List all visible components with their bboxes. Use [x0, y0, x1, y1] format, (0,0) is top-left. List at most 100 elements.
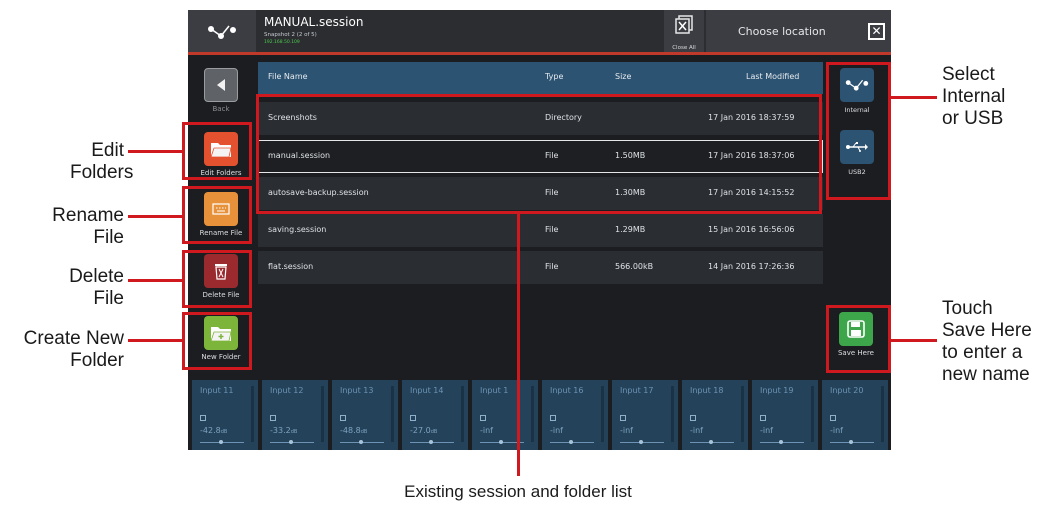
level-meter [251, 386, 254, 442]
level-meter [881, 386, 884, 442]
rename-file-annotation: Rename File [52, 205, 124, 248]
table-row[interactable]: flat.session File 566.00kB 14 Jan 2016 1… [258, 251, 823, 284]
header-accent-strip [188, 52, 891, 55]
new-folder-highlight [182, 312, 252, 370]
input-level: -inf [550, 426, 563, 435]
level-meter [321, 386, 324, 442]
input-channel[interactable]: Input 14 -27.0dB [402, 380, 468, 450]
create-folder-annotation: Create New Folder [23, 328, 124, 371]
level-meter [461, 386, 464, 442]
level-meter [391, 386, 394, 442]
row-type: File [545, 225, 559, 234]
input-select-box[interactable] [760, 415, 766, 421]
input-select-box[interactable] [690, 415, 696, 421]
fader-knob[interactable] [429, 440, 433, 444]
snapshot-label: Snapshot 2 (2 of 5) [264, 32, 317, 38]
level-meter [601, 386, 604, 442]
input-name: Input 16 [550, 386, 584, 395]
network-logo-button[interactable] [188, 10, 256, 54]
level-meter [531, 386, 534, 442]
input-name: Input 17 [620, 386, 654, 395]
input-select-box[interactable] [830, 415, 836, 421]
input-name: Input 20 [830, 386, 864, 395]
row-file-name: saving.session [268, 225, 327, 234]
app-screen: MANUAL.session Snapshot 2 (2 of 5) 192.1… [188, 10, 891, 450]
back-arrow-icon [217, 79, 225, 91]
input-channel[interactable]: Input 20 -inf [822, 380, 888, 450]
top-bar: MANUAL.session Snapshot 2 (2 of 5) 192.1… [188, 10, 891, 55]
connector-line [128, 150, 182, 153]
edit-folders-annotation: Edit Folders [70, 140, 134, 183]
input-name: Input 19 [760, 386, 794, 395]
connector-line [128, 279, 182, 282]
close-all-icon [675, 15, 693, 34]
connector-line [891, 339, 937, 342]
input-channel[interactable]: Input 13 -48.8dB [332, 380, 398, 450]
connector-line [128, 215, 182, 218]
delete-file-annotation: Delete File [69, 266, 124, 309]
fader-knob[interactable] [639, 440, 643, 444]
input-level: -inf [480, 426, 493, 435]
fader-knob[interactable] [779, 440, 783, 444]
input-channel[interactable]: Input 1 -inf [472, 380, 538, 450]
location-highlight [826, 62, 891, 200]
input-level: -inf [620, 426, 633, 435]
level-meter [671, 386, 674, 442]
input-channel[interactable]: Input 18 -inf [682, 380, 748, 450]
col-last-modified[interactable]: Last Modified [746, 72, 799, 81]
rename-file-highlight [182, 186, 252, 244]
input-name: Input 1 [480, 386, 509, 395]
input-name: Input 13 [340, 386, 374, 395]
level-meter [741, 386, 744, 442]
col-size[interactable]: Size [615, 72, 631, 81]
input-channel[interactable]: Input 17 -inf [612, 380, 678, 450]
fader-knob[interactable] [359, 440, 363, 444]
row-size: 1.29MB [615, 225, 646, 234]
fader-knob[interactable] [289, 440, 293, 444]
table-row[interactable]: saving.session File 1.29MB 15 Jan 2016 1… [258, 214, 823, 247]
input-level: -inf [690, 426, 703, 435]
col-type[interactable]: Type [545, 72, 563, 81]
back-label: Back [212, 105, 230, 113]
connector-line [517, 214, 520, 476]
file-list-highlight [256, 94, 822, 214]
close-dialog-button[interactable]: ✕ [868, 23, 885, 40]
input-level: -27.0dB [410, 426, 438, 435]
input-select-box[interactable] [620, 415, 626, 421]
back-button[interactable]: Back [196, 68, 246, 113]
row-type: File [545, 262, 559, 271]
fader-knob[interactable] [569, 440, 573, 444]
input-channel[interactable]: Input 12 -33.2dB [262, 380, 328, 450]
fader-knob[interactable] [499, 440, 503, 444]
connector-line [128, 339, 182, 342]
choose-location-title: Choose location [738, 25, 826, 38]
input-select-box[interactable] [410, 415, 416, 421]
connector-line [891, 96, 937, 99]
input-channel[interactable]: Input 11 -42.8dB [192, 380, 258, 450]
back-icon-box [204, 68, 238, 102]
input-level: -33.2dB [270, 426, 298, 435]
fader-knob[interactable] [219, 440, 223, 444]
input-select-box[interactable] [340, 415, 346, 421]
input-name: Input 11 [200, 386, 234, 395]
input-select-box[interactable] [550, 415, 556, 421]
input-level: -inf [760, 426, 773, 435]
row-size: 566.00kB [615, 262, 654, 271]
input-channel[interactable]: Input 16 -inf [542, 380, 608, 450]
session-title: MANUAL.session [264, 15, 364, 29]
input-level: -48.8dB [340, 426, 368, 435]
fader-knob[interactable] [709, 440, 713, 444]
input-name: Input 12 [270, 386, 304, 395]
input-channel[interactable]: Input 19 -inf [752, 380, 818, 450]
edit-folders-highlight [182, 122, 252, 180]
network-icon [208, 25, 236, 39]
input-name: Input 14 [410, 386, 444, 395]
level-meter [811, 386, 814, 442]
input-select-box[interactable] [480, 415, 486, 421]
fader-knob[interactable] [849, 440, 853, 444]
input-select-box[interactable] [270, 415, 276, 421]
close-all-button[interactable]: Close All [664, 10, 704, 54]
col-file-name[interactable]: File Name [268, 72, 308, 81]
input-select-box[interactable] [200, 415, 206, 421]
close-icon: ✕ [871, 24, 882, 38]
